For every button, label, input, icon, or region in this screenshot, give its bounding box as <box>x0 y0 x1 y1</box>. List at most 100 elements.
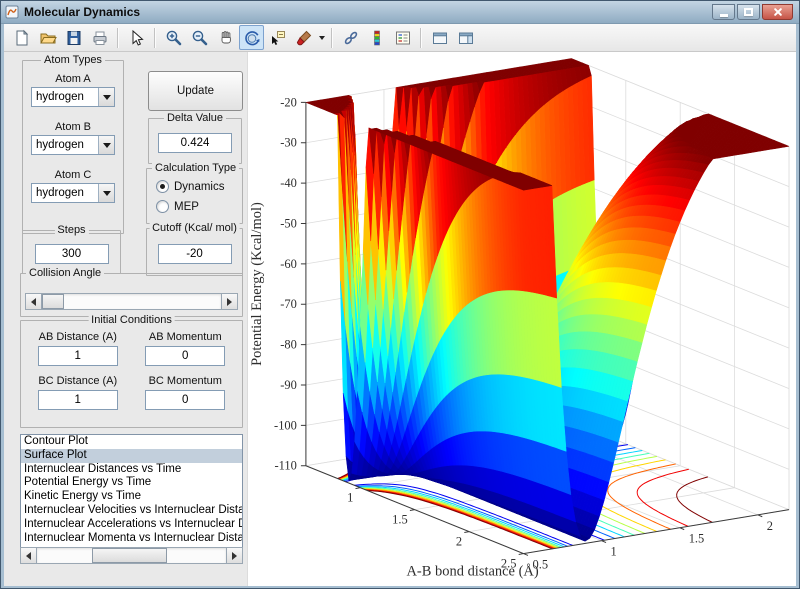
pan-hand-icon <box>217 29 235 47</box>
list-item[interactable]: Surface Plot <box>21 449 242 463</box>
toolbar-separator <box>154 28 156 48</box>
plot-list-hscrollbar[interactable] <box>20 547 243 564</box>
toolbar-rotate-3d[interactable] <box>239 25 264 50</box>
svg-text:-30: -30 <box>280 136 297 150</box>
list-item[interactable]: Internuclear Momenta vs Internuclear Dis… <box>21 532 242 546</box>
app-window: Molecular Dynamics <box>0 0 800 589</box>
scrollbar-track[interactable] <box>37 548 226 563</box>
brush-dropdown-arrow[interactable] <box>317 26 326 49</box>
right-triangle-icon <box>232 552 237 560</box>
slider-left-arrow[interactable] <box>26 294 42 309</box>
control-panel: Atom Types Atom A hydrogen Atom B hydrog… <box>4 52 247 586</box>
maximize-button[interactable] <box>737 4 760 20</box>
print-icon <box>91 29 109 47</box>
zoom-in-icon <box>165 29 183 47</box>
new-file-icon <box>13 29 31 47</box>
titlebar[interactable]: Molecular Dynamics <box>1 1 799 24</box>
minimize-button[interactable] <box>712 4 735 20</box>
list-item[interactable]: Contour Plot <box>21 435 242 449</box>
svg-text:-70: -70 <box>280 297 297 311</box>
list-item[interactable]: Internuclear Velocities vs Internuclear … <box>21 504 242 518</box>
slider-thumb[interactable] <box>42 294 64 309</box>
atom-a-dropdown[interactable]: hydrogen <box>31 87 115 107</box>
scrollbar-left-arrow[interactable] <box>21 548 37 563</box>
toolbar-open-file[interactable] <box>35 25 60 50</box>
toolbar-data-cursor[interactable] <box>265 25 290 50</box>
slider-right-arrow[interactable] <box>221 294 237 309</box>
slider-track[interactable] <box>42 294 221 309</box>
toolbar-insert-colorbar[interactable] <box>364 25 389 50</box>
toolbar-new-file[interactable] <box>9 25 34 50</box>
toolbar-insert-legend[interactable] <box>390 25 415 50</box>
atom-types-title: Atom Types <box>41 54 105 66</box>
scrollbar-thumb[interactable] <box>92 548 167 563</box>
calculation-type-title: Calculation Type <box>152 162 239 174</box>
ab-distance-field[interactable] <box>38 346 118 366</box>
delta-value-field[interactable] <box>158 133 232 153</box>
svg-text:2: 2 <box>767 519 773 533</box>
cutoff-field[interactable] <box>158 244 232 264</box>
toolbar-print-figure[interactable] <box>87 25 112 50</box>
svg-text:1: 1 <box>347 491 353 505</box>
surface-plot[interactable]: -110-100-90-80-70-60-50-40-30-2011.522.5… <box>248 52 796 586</box>
list-item[interactable]: Kinetic Energy vs Time <box>21 490 242 504</box>
steps-title: Steps <box>54 224 88 236</box>
radio-mep[interactable]: MEP <box>156 200 242 213</box>
bc-momentum-label: BC Momentum <box>149 375 222 387</box>
bc-momentum-field[interactable] <box>145 390 225 410</box>
link-plot-icon <box>342 29 360 47</box>
toolbar-zoom-out[interactable] <box>187 25 212 50</box>
list-item[interactable]: Potential Energy vs Time <box>21 476 242 490</box>
svg-text:-60: -60 <box>280 257 297 271</box>
plot-list[interactable]: Contour Plot Surface Plot Internuclear D… <box>20 434 243 564</box>
toolbar-brush-data[interactable] <box>291 25 316 50</box>
bc-distance-label: BC Distance (A) <box>38 375 117 387</box>
radio-dynamics[interactable]: Dynamics <box>156 180 242 193</box>
initial-conditions-title: Initial Conditions <box>88 314 175 326</box>
dropdown-arrow-icon[interactable] <box>98 88 114 106</box>
svg-text:-50: -50 <box>280 216 297 230</box>
svg-text:-80: -80 <box>280 338 297 352</box>
zoom-out-icon <box>191 29 209 47</box>
scrollbar-right-arrow[interactable] <box>226 548 242 563</box>
toolbar-link-plot[interactable] <box>338 25 363 50</box>
toolbar-hide-plot-tools[interactable] <box>427 25 452 50</box>
app-icon <box>5 5 19 19</box>
hide-plot-tools-icon <box>431 29 449 47</box>
toolbar-show-plot-tools[interactable] <box>453 25 478 50</box>
update-button[interactable]: Update <box>148 71 243 111</box>
bc-distance-field[interactable] <box>38 390 118 410</box>
delta-value-panel: Delta Value <box>148 118 242 164</box>
insert-legend-icon <box>394 29 412 47</box>
atom-c-dropdown[interactable]: hydrogen <box>31 183 115 203</box>
figure-body: Atom Types Atom A hydrogen Atom B hydrog… <box>4 24 796 586</box>
collision-angle-slider[interactable] <box>25 293 238 310</box>
dropdown-arrow-icon[interactable] <box>98 136 114 154</box>
close-button[interactable] <box>762 4 793 20</box>
atom-b-dropdown[interactable]: hydrogen <box>31 135 115 155</box>
delta-value-title: Delta Value <box>164 112 226 124</box>
list-item[interactable]: Internuclear Distances vs Time <box>21 463 242 477</box>
figure-content: Atom Types Atom A hydrogen Atom B hydrog… <box>4 52 796 586</box>
close-icon <box>773 7 783 17</box>
toolbar-zoom-in[interactable] <box>161 25 186 50</box>
steps-field[interactable] <box>35 244 109 264</box>
calculation-type-panel: Calculation Type Dynamics MEP <box>146 168 243 224</box>
list-item[interactable]: Internuclear Accelerations vs Internucle… <box>21 518 242 532</box>
ab-momentum-field[interactable] <box>145 346 225 366</box>
save-icon <box>65 29 83 47</box>
svg-text:1.5: 1.5 <box>392 513 408 527</box>
brush-icon <box>295 29 313 47</box>
minimize-icon <box>720 14 728 17</box>
toolbar-separator <box>117 28 119 48</box>
plot-list-rows: Contour Plot Surface Plot Internuclear D… <box>21 435 242 546</box>
radio-button-icon <box>156 180 169 193</box>
dropdown-arrow-icon[interactable] <box>98 184 114 202</box>
toolbar-pan[interactable] <box>213 25 238 50</box>
toolbar <box>4 24 796 52</box>
toolbar-save-figure[interactable] <box>61 25 86 50</box>
toolbar-separator <box>420 28 422 48</box>
toolbar-edit-plot[interactable] <box>124 25 149 50</box>
collision-angle-title: Collision Angle <box>26 267 104 279</box>
atom-c-label: Atom C <box>23 169 123 181</box>
